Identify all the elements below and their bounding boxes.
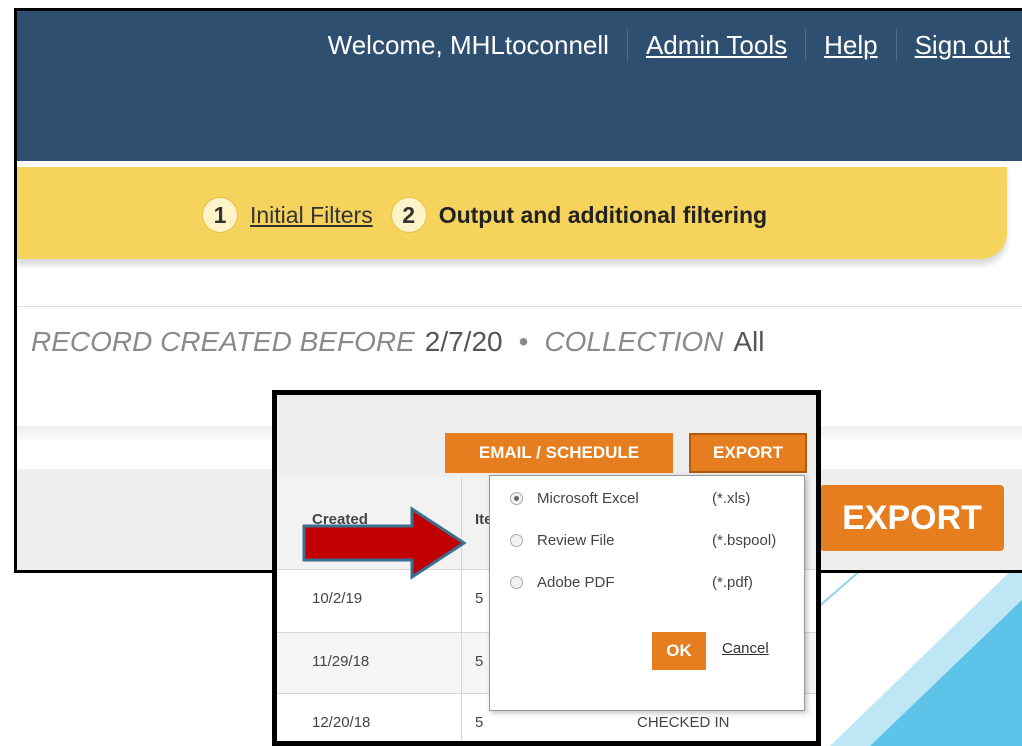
radio-icon[interactable]: [510, 534, 523, 547]
ok-button[interactable]: OK: [652, 632, 706, 670]
export-button-large[interactable]: EXPORT: [820, 485, 1004, 551]
export-button[interactable]: EXPORT: [689, 433, 807, 473]
email-schedule-button[interactable]: EMAIL / SCHEDULE: [445, 433, 673, 473]
cell-item: 5: [475, 590, 484, 607]
export-option-excel[interactable]: Microsoft Excel (*.xls): [510, 490, 750, 507]
wizard-steps-band: 1 Initial Filters 2 Output and additiona…: [17, 167, 1007, 259]
step-2-badge: 2: [390, 197, 427, 233]
export-option-pdf[interactable]: Adobe PDF (*.pdf): [510, 574, 753, 591]
divider: [17, 306, 1022, 307]
cell-created: 12/20/18: [312, 714, 371, 731]
nav-divider: [626, 29, 628, 61]
summary-separator: •: [518, 326, 529, 357]
radio-selected-icon[interactable]: [510, 492, 523, 505]
cell-created: 11/29/18: [312, 653, 370, 670]
nav-divider: [805, 29, 807, 61]
option-label: Review File: [537, 532, 615, 549]
admin-tools-link[interactable]: Admin Tools: [646, 30, 787, 61]
filter-summary: RECORD CREATED BEFORE 2/7/20 • COLLECTIO…: [31, 326, 764, 358]
option-label: Adobe PDF: [537, 574, 615, 591]
collection-label: COLLECTION: [544, 326, 724, 357]
option-label: Microsoft Excel: [537, 490, 639, 507]
sign-out-link[interactable]: Sign out: [915, 30, 1010, 61]
welcome-text: Welcome, MHLtoconnell: [327, 29, 609, 60]
option-extension: (*.pdf): [712, 574, 753, 591]
cell-item: 5: [475, 653, 484, 670]
created-before-label: RECORD CREATED BEFORE: [31, 326, 415, 357]
step-1-badge: 1: [202, 197, 238, 233]
cancel-link[interactable]: Cancel: [722, 640, 769, 657]
radio-icon[interactable]: [510, 576, 523, 589]
option-extension: (*.xls): [712, 490, 751, 507]
cell-item: 5: [475, 714, 484, 731]
export-option-review-file[interactable]: Review File (*.bspool): [510, 532, 776, 549]
option-extension: (*.bspool): [712, 532, 777, 549]
wizard-steps: 1 Initial Filters 2 Output and additiona…: [202, 197, 767, 233]
export-format-menu: Microsoft Excel (*.xls) Review File (*.b…: [489, 475, 805, 711]
cell-created: 10/2/19: [312, 590, 363, 607]
pointer-arrow-icon: [302, 506, 467, 580]
created-before-value: 2/7/20: [424, 326, 503, 357]
help-link[interactable]: Help: [824, 30, 877, 61]
collection-value: All: [733, 326, 765, 357]
top-navigation-bar: Welcome, MHLtoconnell Admin Tools Help S…: [17, 11, 1022, 161]
cell-status: CHECKED IN: [637, 714, 730, 731]
step-output-label: Output and additional filtering: [438, 201, 768, 228]
step-initial-filters-link[interactable]: Initial Filters: [250, 202, 373, 229]
user-nav: Welcome, MHLtoconnell Admin Tools Help S…: [328, 29, 1010, 61]
nav-divider: [895, 29, 897, 61]
